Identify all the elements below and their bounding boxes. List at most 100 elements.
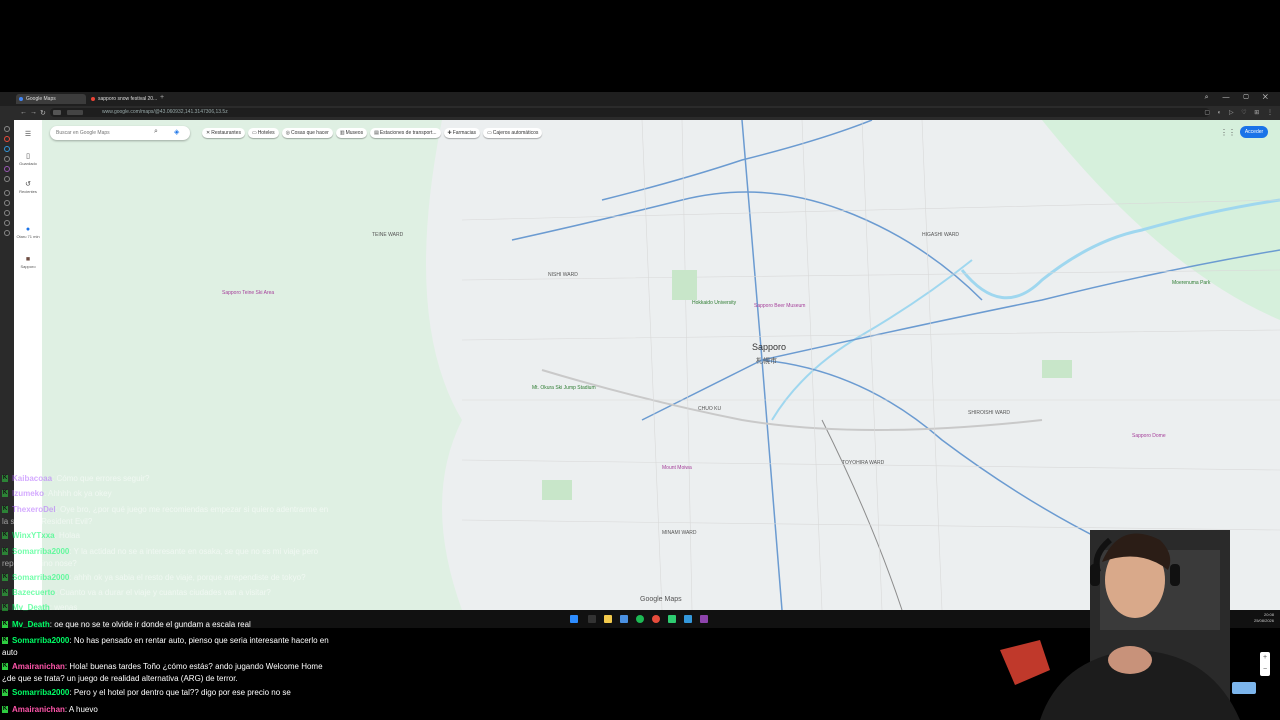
poi-label[interactable]: Sapporo Dome <box>1132 433 1166 439</box>
sidebar-icon[interactable] <box>4 146 10 152</box>
recent-button[interactable]: ↺ Recientes <box>14 180 42 194</box>
app-icon[interactable] <box>668 615 676 623</box>
atm-icon: ▭ <box>487 130 492 136</box>
chip-label: Cosas que hacer <box>291 130 329 136</box>
chat-text: : ahhh ok ya sabia el resto de viaje, po… <box>69 573 306 582</box>
chip-things-to-do[interactable]: ◎Cosas que hacer <box>281 128 333 138</box>
poi-label[interactable]: Hokkaido University <box>692 300 736 306</box>
poi-label[interactable]: Sapporo Teine Ski Area <box>222 290 274 296</box>
directions-icon[interactable]: ◈ <box>174 128 179 136</box>
chip-restaurants[interactable]: ✕Restaurantes <box>202 128 245 138</box>
url-field[interactable]: www.google.com/maps/@43.060932,141.31473… <box>50 108 1210 117</box>
hotel-icon: ▭ <box>251 130 257 136</box>
chat-message: K Izumeko: Ahhhh ok ya okey <box>2 489 112 498</box>
chat-username[interactable]: Izumeko <box>12 489 44 498</box>
apps-grid-icon[interactable]: ⋮⋮ <box>1220 128 1236 137</box>
hamburger-icon: ☰ <box>24 131 32 138</box>
window-controls-icon[interactable]: ⌕ — ▢ ✕ <box>1205 94 1274 102</box>
chip-hotels[interactable]: ▭Hoteles <box>247 128 279 138</box>
city-name-local: 札幌市 <box>756 358 777 365</box>
recent-item-otaru[interactable]: ● Otaru 71 min <box>14 226 42 239</box>
search-icon[interactable]: ⌕ <box>154 128 158 136</box>
spotify-icon[interactable] <box>636 615 644 623</box>
recent-item-label: Otaru 71 min <box>16 234 40 239</box>
forward-icon[interactable]: → <box>30 109 37 116</box>
sidebar-icon[interactable] <box>4 220 10 226</box>
chat-username[interactable]: ThexeroDel <box>12 505 56 514</box>
recent-item-sapporo[interactable]: ■ Sapporo <box>14 256 42 269</box>
incognito-chip-icon <box>67 110 83 115</box>
chat-text: : Cuanto va a durar el viaje y cuantas c… <box>55 588 271 597</box>
maps-favicon-icon <box>19 97 23 101</box>
chat-message: K Somarriba2000: No has pensado en rentar… <box>2 635 332 659</box>
poi-label[interactable]: Mount Moiwa <box>662 465 692 471</box>
new-tab-icon[interactable]: + <box>160 94 164 101</box>
app-icon[interactable] <box>684 615 692 623</box>
menu-button[interactable]: ☰ <box>14 130 42 139</box>
poi-label[interactable]: Sapporo Beer Museum <box>754 303 805 309</box>
chat-badge-icon: K <box>2 637 8 645</box>
extension-icons[interactable]: ▢ ◐ ▷ ♡ ⊞ ⋮ <box>1204 109 1276 116</box>
chat-username[interactable]: Mv_Death <box>12 603 50 612</box>
back-icon[interactable]: ← <box>20 109 27 116</box>
chat-message: K ThexeroDel: Oye bro, ¿por qué juego me … <box>2 504 332 528</box>
chat-text: : Holaa <box>54 531 80 540</box>
sidebar-icon[interactable] <box>4 200 10 206</box>
chat-username[interactable]: Bazecuerto <box>12 588 55 597</box>
chip-label: Restaurantes <box>211 130 241 136</box>
start-icon[interactable] <box>570 615 578 623</box>
site-info-icon[interactable] <box>53 110 61 115</box>
chat-badge-icon: K <box>2 604 8 612</box>
sidebar-icon[interactable] <box>4 230 10 236</box>
sidebar-icon[interactable] <box>4 156 10 162</box>
category-chips: ✕Restaurantes ▭Hoteles ◎Cosas que hacer … <box>202 128 543 138</box>
map-label: TEINE WARD <box>372 232 404 238</box>
saved-button[interactable]: ▯ Guardado <box>14 152 42 166</box>
search-input[interactable] <box>56 127 152 138</box>
chip-transit[interactable]: ▤Estaciones de transport... <box>370 128 441 138</box>
chat-username[interactable]: Somarriba2000 <box>12 547 69 556</box>
chat-username[interactable]: Amairanichan <box>12 662 65 671</box>
google-maps-logo: Google Maps <box>640 596 682 603</box>
app-icon[interactable] <box>700 615 708 623</box>
chat-username[interactable]: Amairanichan <box>12 705 65 714</box>
chat-message: K Bazecuerto: Cuanto va a durar el viaje … <box>2 588 271 597</box>
sidebar-icon[interactable] <box>4 136 10 142</box>
sidebar-icon[interactable] <box>4 176 10 182</box>
chat-badge-icon: K <box>2 548 8 556</box>
history-icon: ↺ <box>25 181 31 188</box>
chat-username[interactable]: Somarriba2000 <box>12 688 69 697</box>
place-icon: ● <box>25 226 31 233</box>
sidebar-icon[interactable] <box>4 190 10 196</box>
chip-atms[interactable]: ▭Cajeros automáticos <box>483 128 543 138</box>
folder-icon[interactable] <box>604 615 612 623</box>
url-text: www.google.com/maps/@43.060932,141.31473… <box>102 109 228 115</box>
sidebar-icon[interactable] <box>4 210 10 216</box>
chat-badge-icon: K <box>2 706 8 714</box>
search-taskbar-icon[interactable] <box>588 615 596 623</box>
chip-museums[interactable]: ▥Museos <box>335 128 368 138</box>
chrome-icon[interactable] <box>652 615 660 623</box>
tab-label: sapporo snow festival 20... <box>98 96 158 102</box>
reload-icon[interactable]: ↻ <box>40 109 46 117</box>
chat-username[interactable]: Somarriba2000 <box>12 636 69 645</box>
chat-username[interactable]: WinxYTxxa <box>12 531 55 540</box>
chip-label: Museos <box>345 130 364 136</box>
tab-google-maps[interactable]: Google Maps <box>16 94 86 104</box>
sidebar-icon[interactable] <box>4 126 10 132</box>
signin-button[interactable]: Acceder <box>1240 126 1268 138</box>
sidebar-icon[interactable] <box>4 166 10 172</box>
poi-label[interactable]: Mt. Okura Ski Jump Stadium <box>532 385 596 391</box>
chat-username[interactable]: Mv_Death <box>12 620 50 629</box>
bookmark-icon: ▯ <box>26 153 30 160</box>
chip-label: Cajeros automáticos <box>492 130 539 136</box>
poi-label[interactable]: Moerenuma Park <box>1172 280 1210 286</box>
chat-text: : Cómo que errores seguir? <box>52 474 150 483</box>
app-icon[interactable] <box>620 615 628 623</box>
chat-badge-icon: K <box>2 689 8 697</box>
tab-sapporo-search[interactable]: sapporo snow festival 20... <box>88 94 160 104</box>
chat-username[interactable]: Somarriba2000 <box>12 573 69 582</box>
chip-pharmacies[interactable]: ✚Farmacias <box>443 128 481 138</box>
chat-username[interactable]: Kaibacoaa <box>12 474 52 483</box>
museum-icon: ▥ <box>339 130 345 136</box>
